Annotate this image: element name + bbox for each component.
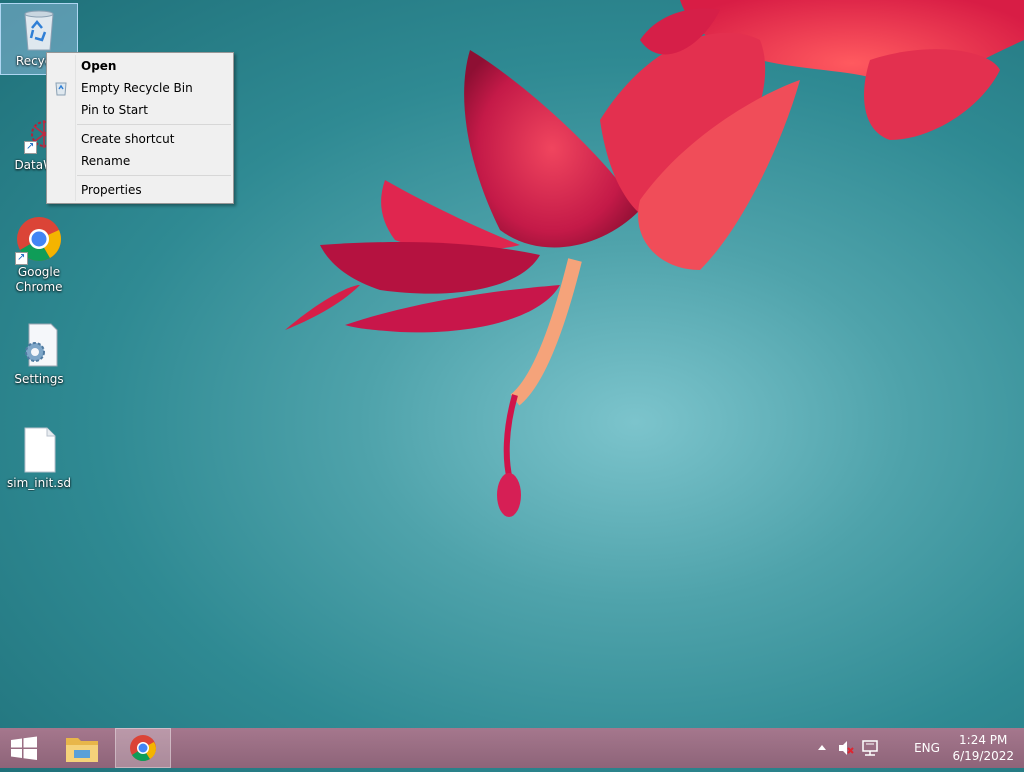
menu-item-label: Rename <box>81 154 131 168</box>
menu-separator <box>77 175 231 176</box>
chevron-up-icon <box>818 745 826 750</box>
tray-chevron[interactable] <box>814 728 830 768</box>
clock-time: 1:24 PM <box>959 733 1008 747</box>
windows-logo-icon <box>11 736 37 760</box>
file-icon <box>15 426 63 474</box>
menu-item-label: Empty Recycle Bin <box>81 81 193 95</box>
desktop-icon-google-chrome[interactable]: Google Chrome <box>1 215 77 295</box>
menu-item-empty-recycle-bin[interactable]: Empty Recycle Bin <box>47 77 233 99</box>
taskbar-chrome[interactable] <box>115 728 171 768</box>
desktop-icon-settings[interactable]: Settings <box>1 322 77 387</box>
context-menu: Open Empty Recycle Bin Pin to Start Crea… <box>46 52 234 204</box>
shortcut-arrow-icon <box>15 250 28 265</box>
network-icon <box>862 740 878 756</box>
recycle-bin-icon <box>19 8 59 52</box>
menu-item-pin-to-start[interactable]: Pin to Start <box>47 99 233 121</box>
desktop-icon-label: sim_init.sd <box>7 476 71 490</box>
clock[interactable]: 1:24 PM 6/19/2022 <box>952 732 1014 764</box>
desktop-icon-sim-init-file[interactable]: sim_init.sd <box>1 426 77 491</box>
shortcut-arrow-icon <box>24 139 37 154</box>
menu-item-rename[interactable]: Rename <box>47 150 233 172</box>
menu-separator <box>77 124 231 125</box>
menu-item-properties[interactable]: Properties <box>47 179 233 201</box>
desktop-icon-label: Settings <box>14 372 64 386</box>
language-indicator[interactable]: ENG <box>910 728 944 768</box>
volume-muted-icon <box>839 741 854 755</box>
menu-item-open[interactable]: Open <box>47 55 233 77</box>
tray-network[interactable] <box>860 728 882 768</box>
menu-item-create-shortcut[interactable]: Create shortcut <box>47 128 233 150</box>
taskbar-file-explorer[interactable] <box>54 728 110 768</box>
tray-volume[interactable] <box>836 728 856 768</box>
menu-item-label: Pin to Start <box>81 103 148 117</box>
settings-icon <box>15 322 63 370</box>
recycle-bin-icon <box>53 80 69 96</box>
menu-item-label: Create shortcut <box>81 132 175 146</box>
desktop-icon-label: Google Chrome <box>15 265 63 294</box>
menu-item-label: Properties <box>81 183 142 197</box>
start-button[interactable] <box>0 728 48 768</box>
language-label: ENG <box>914 741 940 755</box>
file-explorer-icon <box>66 738 98 762</box>
menu-item-label: Open <box>81 59 117 73</box>
chrome-icon <box>130 735 157 762</box>
taskbar: ENG 1:24 PM 6/19/2022 <box>0 728 1024 768</box>
chrome-icon <box>15 215 63 265</box>
clock-date: 6/19/2022 <box>952 749 1014 763</box>
